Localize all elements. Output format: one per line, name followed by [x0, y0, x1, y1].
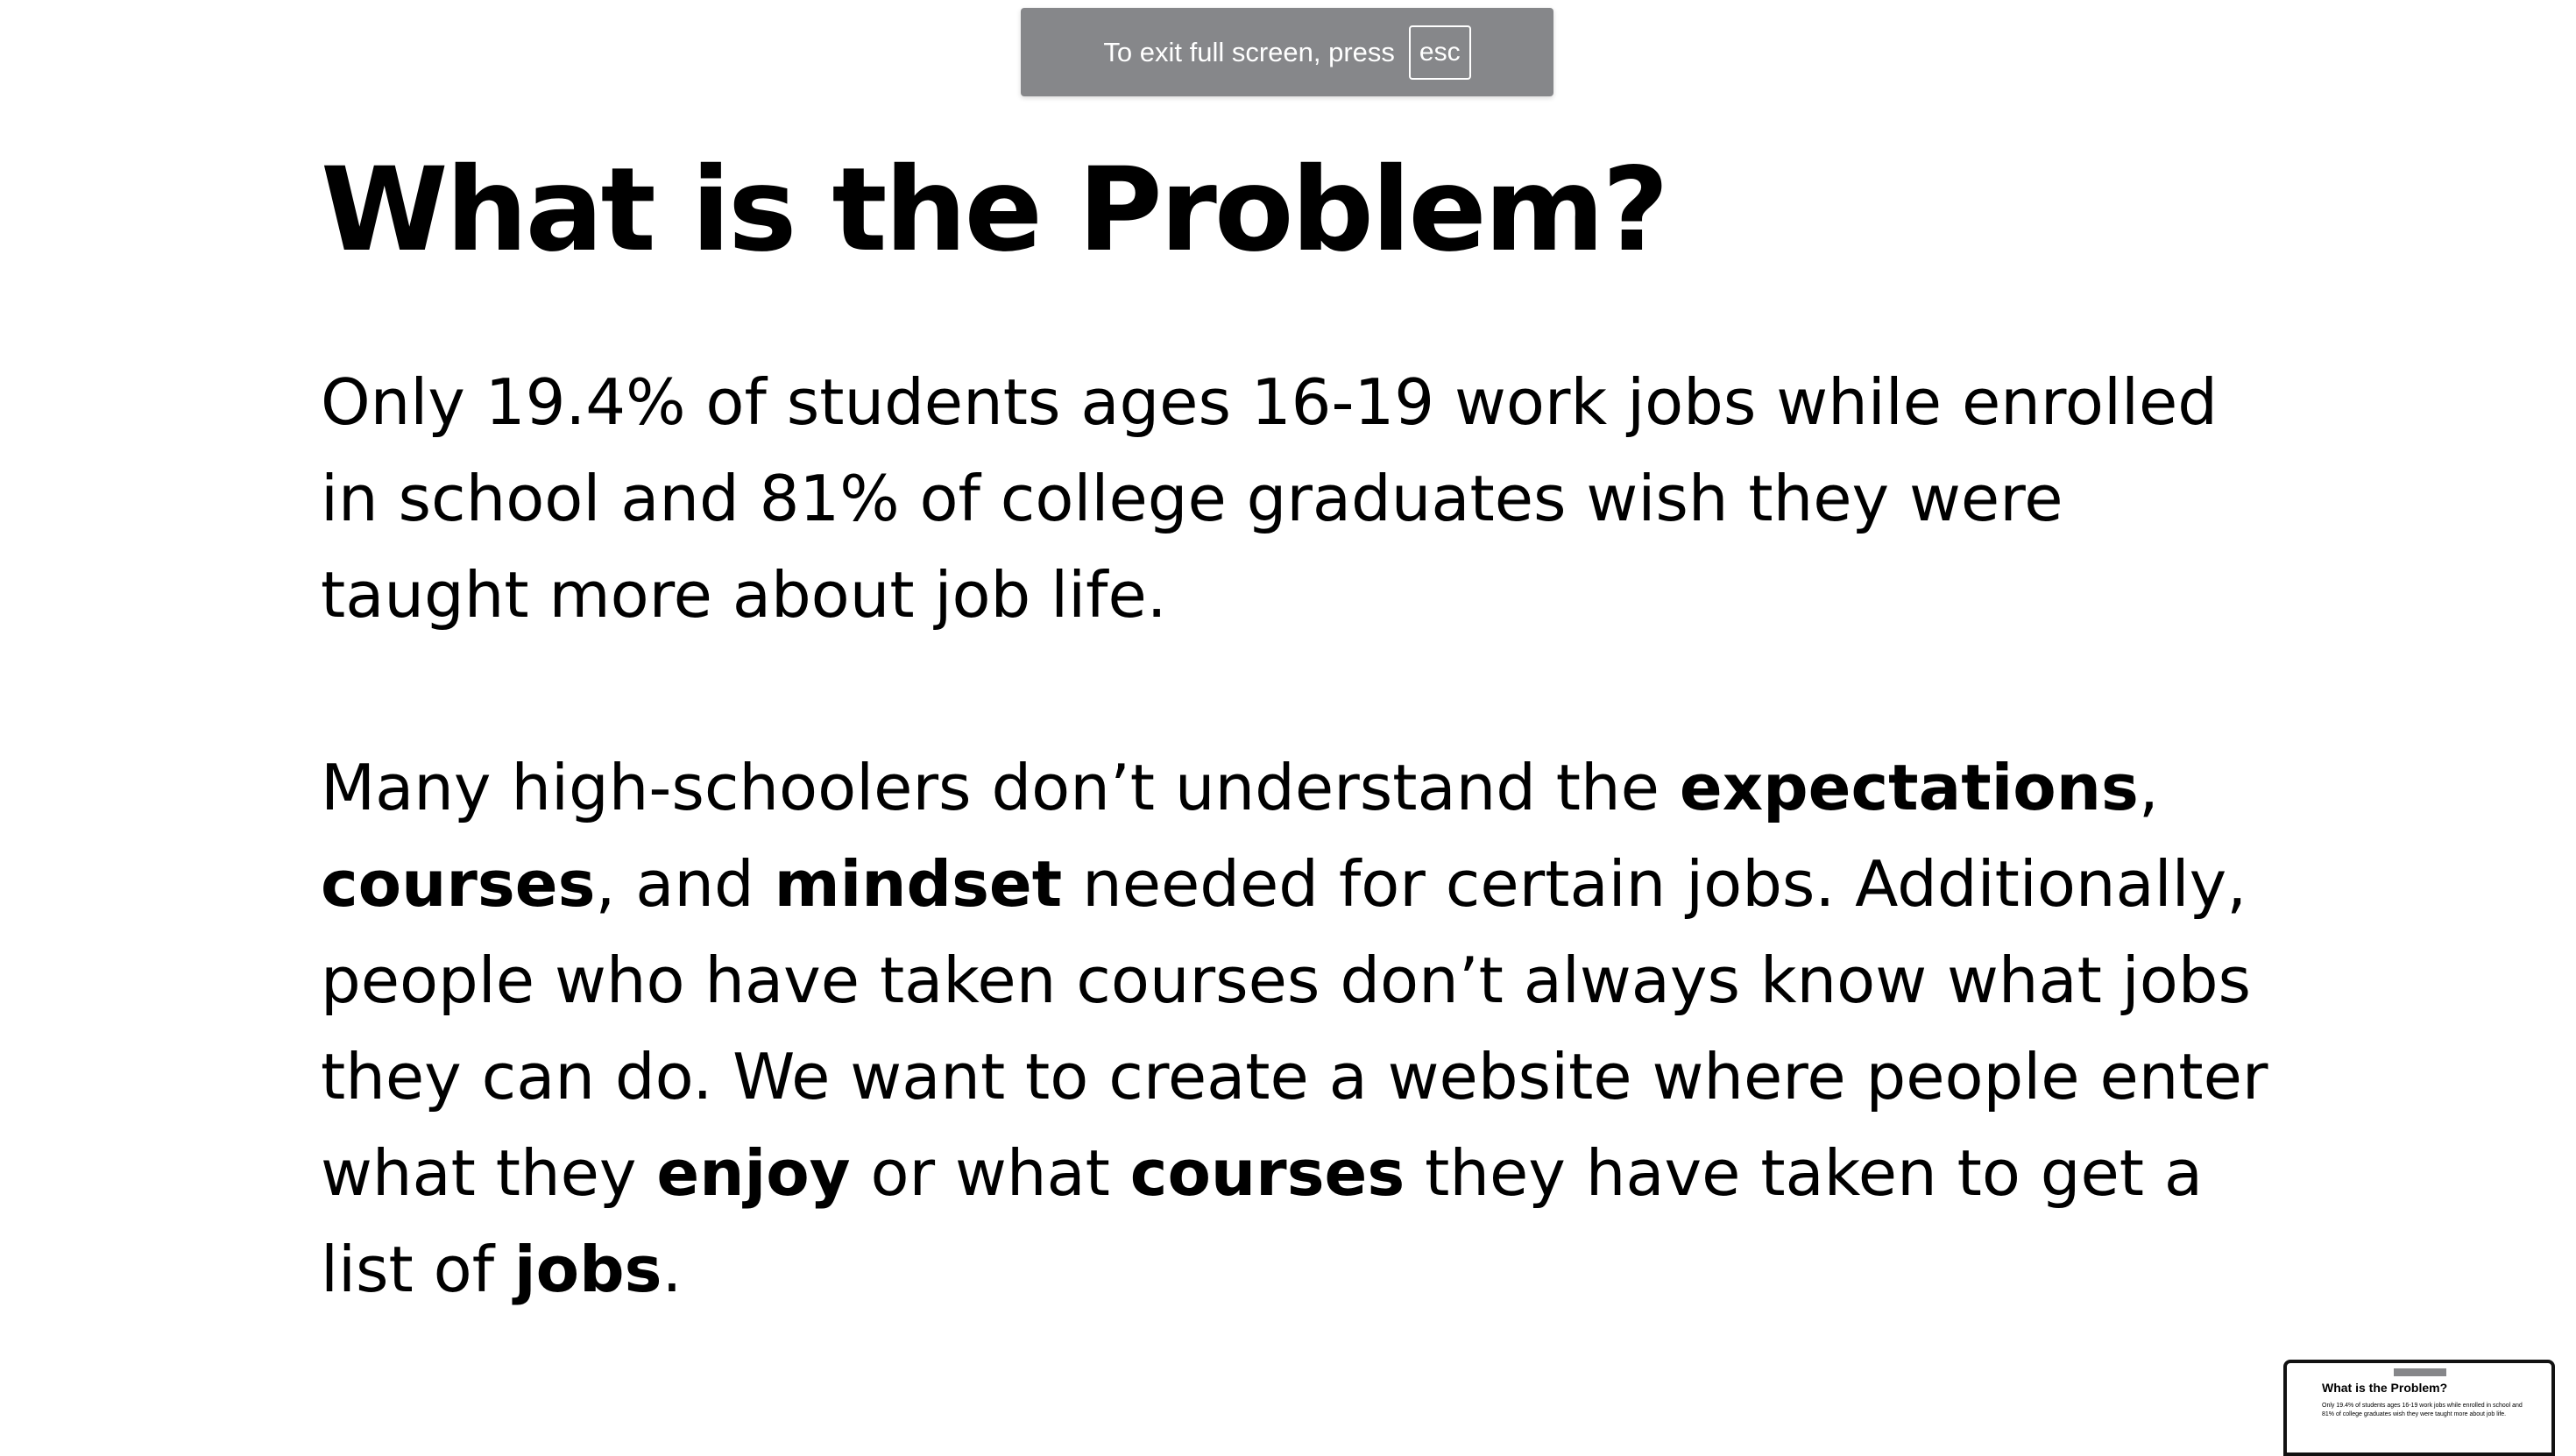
slide-title: What is the Problem?: [321, 143, 1669, 278]
slide-paragraph-2: Many high-schoolers don’t understand the…: [321, 739, 2275, 1318]
thumbnail-title: What is the Problem?: [2322, 1381, 2448, 1395]
esc-key-badge: esc: [1408, 25, 1471, 80]
paragraph-text: , and: [595, 847, 775, 921]
slide-paragraph-1: Only 19.4% of students ages 16-19 work j…: [321, 365, 2218, 632]
bold-keyword-courses-2: courses: [1129, 1136, 1405, 1210]
slide-content: What is the Problem? Only 19.4% of stude…: [321, 140, 2283, 1318]
paragraph-text: Many high-schoolers don’t understand the: [321, 751, 1680, 824]
bold-keyword-expectations: expectations: [1679, 751, 2139, 824]
fullscreen-exit-notice: To exit full screen, press esc: [1021, 8, 1553, 96]
bold-keyword-courses: courses: [321, 847, 596, 921]
slide-thumbnail-preview[interactable]: What is the Problem? Only 19.4% of stude…: [2283, 1360, 2555, 1456]
thumbnail-text: Only 19.4% of students ages 16-19 work j…: [2322, 1403, 2523, 1417]
bold-keyword-enjoy: enjoy: [656, 1136, 851, 1210]
paragraph-text: ,: [2138, 751, 2159, 824]
bold-keyword-jobs: jobs: [513, 1233, 662, 1306]
paragraph-text: .: [662, 1233, 683, 1306]
bold-keyword-mindset: mindset: [774, 847, 1063, 921]
paragraph-text: or what: [850, 1136, 1130, 1210]
thumbnail-fullscreen-banner: [2394, 1368, 2446, 1376]
fullscreen-notice-text: To exit full screen, press: [1103, 36, 1395, 67]
